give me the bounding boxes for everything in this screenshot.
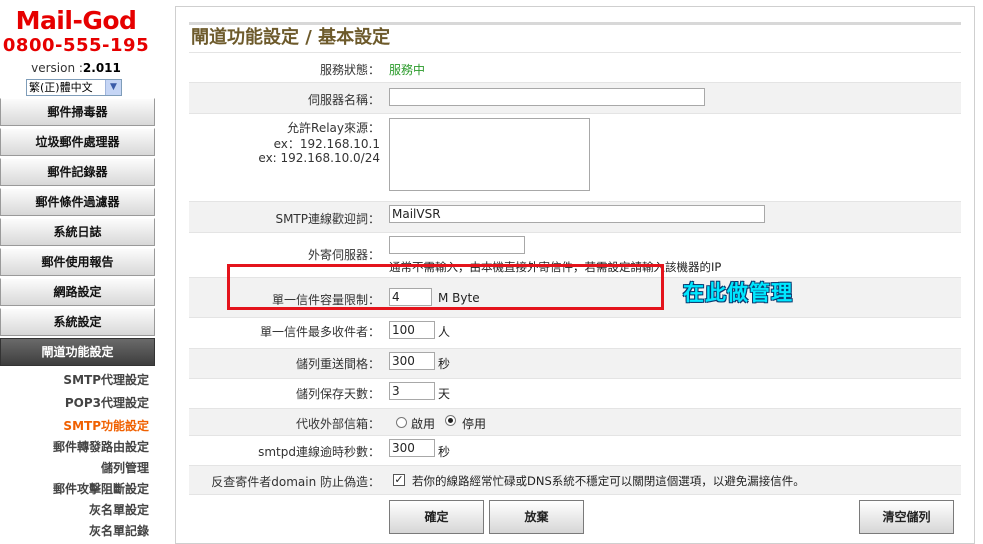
external-mailbox-disable-label: 停用 xyxy=(462,417,487,431)
form-row-retry-interval: 儲列重送間格： 300 秒 xyxy=(189,348,961,378)
antispoof-checkbox[interactable]: ✓ xyxy=(393,474,405,486)
smtp-greeting-input[interactable]: MailVSR xyxy=(389,205,765,223)
service-status-value: 服務中 xyxy=(389,63,426,77)
menu-item-gateway-settings[interactable]: 閘道功能設定 xyxy=(0,338,155,366)
external-mailbox-disable-radio[interactable] xyxy=(445,415,456,426)
external-mailbox-enable-radio[interactable] xyxy=(396,417,407,428)
antispoof-hint: 若你的線路經常忙碌或DNS系統不穩定可以關閉這個選項，以避免漏接信件。 xyxy=(412,474,805,488)
brand-phone: 0800-555-195 xyxy=(2,35,150,56)
queue-days-label: 儲列保存天數： xyxy=(295,387,380,401)
menu-item-virus-scanner[interactable]: 郵件掃毒器 xyxy=(0,98,155,126)
form-row-service-status: 服務狀態： 服務中 xyxy=(189,52,961,82)
outbound-server-input[interactable] xyxy=(389,236,525,254)
outbound-server-label: 外寄伺服器： xyxy=(307,248,380,262)
relay-textarea[interactable] xyxy=(389,118,590,191)
language-selected-value: 繁(正)體中文 xyxy=(29,81,93,94)
menu-item-usage-report[interactable]: 郵件使用報告 xyxy=(0,248,155,276)
language-select[interactable]: 繁(正)體中文 ▼ xyxy=(26,79,122,96)
menu-item-system-settings[interactable]: 系統設定 xyxy=(0,308,155,336)
submenu-pop3-proxy[interactable]: POP3代理設定 xyxy=(65,394,149,411)
clear-queue-button[interactable]: 清空儲列 xyxy=(859,500,954,534)
form-row-server-name: 伺服器名稱： xyxy=(189,82,961,113)
relay-example-1: ex：192.168.10.1 xyxy=(273,137,380,151)
smtpd-timeout-input[interactable]: 300 xyxy=(389,439,435,457)
queue-days-unit: 天 xyxy=(438,387,451,401)
relay-label: 允許Relay來源： xyxy=(287,121,380,135)
form-row-actions: 確定 放棄 清空儲列 xyxy=(189,494,961,544)
max-recipients-unit: 人 xyxy=(438,325,451,339)
annotation-text: 在此做管理 xyxy=(683,281,793,305)
submenu-queue-management[interactable]: 儲列管理 xyxy=(101,459,149,476)
menu-item-network-settings[interactable]: 網路設定 xyxy=(0,278,155,306)
relay-example-2: ex: 192.168.10.0/24 xyxy=(258,151,380,165)
smtpd-timeout-label: smtpd連線逾時秒數： xyxy=(258,445,380,459)
sidebar: Mail-God 0800-555-195 version :2.011 繁(正… xyxy=(0,0,155,544)
brand-name: Mail-God xyxy=(15,6,137,35)
max-recipients-label: 單一信件最多收件者： xyxy=(259,325,380,339)
form-row-queue-days: 儲列保存天數： 3 天 xyxy=(189,378,961,408)
form-row-external-mailbox: 代收外部信箱： 啟用 停用 xyxy=(189,408,961,435)
menu-item-mail-filter[interactable]: 郵件條件過濾器 xyxy=(0,188,155,216)
form-row-antispoof: 反查寄件者domain 防止偽造： ✓ 若你的線路經常忙碌或DNS系統不穩定可以… xyxy=(189,465,961,494)
external-mailbox-label: 代收外部信箱： xyxy=(295,417,380,431)
submenu-attack-blocking[interactable]: 郵件攻擊阻斷設定 xyxy=(53,480,149,497)
chevron-down-icon[interactable]: ▼ xyxy=(105,80,121,95)
antispoof-label: 反查寄件者domain 防止偽造： xyxy=(211,475,380,489)
server-name-label: 伺服器名稱： xyxy=(307,93,380,107)
form-row-relay: 允許Relay來源： ex：192.168.10.1 ex: 192.168.1… xyxy=(189,113,961,201)
submenu-smtp-proxy[interactable]: SMTP代理設定 xyxy=(63,371,149,388)
brand-logo: Mail-God 0800-555-195 xyxy=(0,6,152,56)
menu-item-spam-processor[interactable]: 垃圾郵件處理器 xyxy=(0,128,155,156)
service-status-label: 服務狀態： xyxy=(319,63,380,77)
menu-item-system-log[interactable]: 系統日誌 xyxy=(0,218,155,246)
form-row-smtpd-timeout: smtpd連線逾時秒數： 300 秒 xyxy=(189,435,961,465)
submenu-smtp-function[interactable]: SMTP功能設定 xyxy=(63,417,149,434)
retry-interval-label: 儲列重送間格： xyxy=(295,357,380,371)
submenu-mail-routing[interactable]: 郵件轉發路由設定 xyxy=(53,438,149,455)
retry-interval-input[interactable]: 300 xyxy=(389,352,435,370)
version-label: version : xyxy=(31,61,83,75)
smtpd-timeout-unit: 秒 xyxy=(438,445,451,459)
version-info: version :2.011 xyxy=(0,61,152,75)
server-name-input[interactable] xyxy=(389,88,705,106)
retry-interval-unit: 秒 xyxy=(438,357,451,371)
version-number: 2.011 xyxy=(82,61,121,75)
form-row-smtp-greeting: SMTP連線歡迎詞： MailVSR xyxy=(189,201,961,232)
form-row-max-recipients: 單一信件最多收件者： 100 人 xyxy=(189,317,961,348)
queue-days-input[interactable]: 3 xyxy=(389,382,435,400)
max-recipients-input[interactable]: 100 xyxy=(389,321,435,339)
submenu-greylist-settings[interactable]: 灰名單設定 xyxy=(89,501,149,518)
menu-item-mail-recorder[interactable]: 郵件記錄器 xyxy=(0,158,155,186)
submenu-greylist-records[interactable]: 灰名單記錄 xyxy=(89,522,149,539)
smtp-greeting-label: SMTP連線歡迎詞： xyxy=(275,212,380,226)
highlight-box xyxy=(227,264,664,310)
page-title: 閘道功能設定 / 基本設定 xyxy=(189,22,961,49)
discard-button[interactable]: 放棄 xyxy=(489,500,584,534)
confirm-button[interactable]: 確定 xyxy=(389,500,484,534)
external-mailbox-enable-label: 啟用 xyxy=(411,417,436,431)
